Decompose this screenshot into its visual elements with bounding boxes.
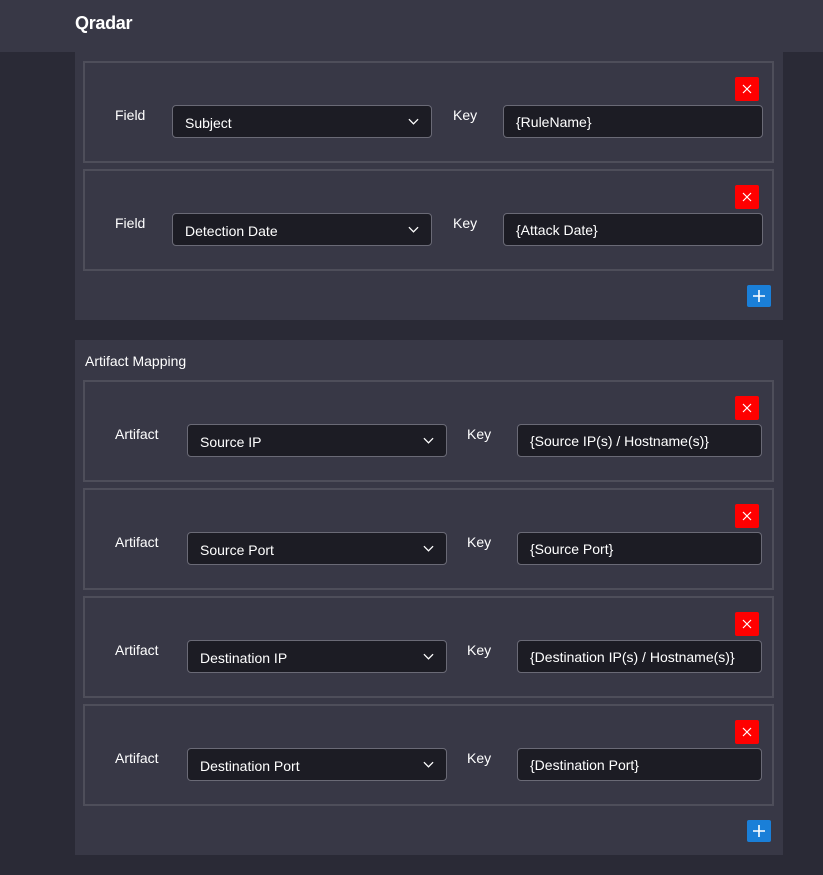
field-mapping-row: Field Detection Date Key {Attack Date} <box>83 169 774 271</box>
key-label: Key <box>453 215 478 231</box>
add-artifact-button[interactable] <box>747 820 771 842</box>
field-label: Field <box>115 107 146 123</box>
key-input-value: {Attack Date} <box>516 222 598 238</box>
remove-row-button[interactable] <box>735 720 759 744</box>
artifact-mapping-row: Artifact Source IP Key {Source IP(s) / H… <box>83 380 774 482</box>
key-input[interactable]: {RuleName} <box>503 105 763 138</box>
close-icon <box>742 619 752 629</box>
chevron-down-icon <box>408 118 419 125</box>
remove-row-button[interactable] <box>735 612 759 636</box>
key-input[interactable]: {Source Port} <box>517 532 762 565</box>
artifact-select[interactable]: Source IP <box>187 424 447 457</box>
plus-icon <box>753 825 765 837</box>
field-select[interactable]: Subject <box>172 105 432 138</box>
chevron-down-icon <box>408 226 419 233</box>
key-input[interactable]: {Attack Date} <box>503 213 763 246</box>
artifact-mapping-panel: Artifact Mapping Artifact Source IP Key … <box>75 340 783 855</box>
artifact-select[interactable]: Destination IP <box>187 640 447 673</box>
chevron-down-icon <box>423 761 434 768</box>
add-field-button[interactable] <box>747 285 771 307</box>
remove-row-button[interactable] <box>735 77 759 101</box>
key-input[interactable]: {Destination IP(s) / Hostname(s)} <box>517 640 762 673</box>
app-title: Qradar <box>75 13 133 33</box>
close-icon <box>742 192 752 202</box>
key-input[interactable]: {Source IP(s) / Hostname(s)} <box>517 424 762 457</box>
key-label: Key <box>453 107 478 123</box>
key-input-value: {RuleName} <box>516 114 592 130</box>
top-bar: Qradar <box>0 0 823 52</box>
chevron-down-icon <box>423 545 434 552</box>
close-icon <box>742 84 752 94</box>
plus-icon <box>753 290 765 302</box>
field-select-value: Subject <box>185 115 232 131</box>
artifact-select[interactable]: Destination Port <box>187 748 447 781</box>
field-select[interactable]: Detection Date <box>172 213 432 246</box>
field-mapping-row: Field Subject Key {RuleName} <box>83 61 774 163</box>
key-input-value: {Source Port} <box>530 541 614 557</box>
artifact-label: Artifact <box>115 642 159 658</box>
artifact-select-value: Destination Port <box>200 758 300 774</box>
key-label: Key <box>467 426 492 442</box>
field-mapping-panel: Field Subject Key {RuleName} Field Detec… <box>75 52 783 320</box>
artifact-select-value: Destination IP <box>200 650 288 666</box>
field-label: Field <box>115 215 146 231</box>
key-input[interactable]: {Destination Port} <box>517 748 762 781</box>
artifact-select[interactable]: Source Port <box>187 532 447 565</box>
artifact-label: Artifact <box>115 426 159 442</box>
section-title: Artifact Mapping <box>85 353 187 369</box>
key-input-value: {Destination IP(s) / Hostname(s)} <box>530 649 735 665</box>
field-select-value: Detection Date <box>185 223 278 239</box>
key-label: Key <box>467 642 492 658</box>
key-label: Key <box>467 750 492 766</box>
close-icon <box>742 511 752 521</box>
close-icon <box>742 727 752 737</box>
chevron-down-icon <box>423 653 434 660</box>
remove-row-button[interactable] <box>735 504 759 528</box>
remove-row-button[interactable] <box>735 396 759 420</box>
close-icon <box>742 403 752 413</box>
key-input-value: {Destination Port} <box>530 757 639 773</box>
artifact-mapping-row: Artifact Destination Port Key {Destinati… <box>83 704 774 806</box>
key-input-value: {Source IP(s) / Hostname(s)} <box>530 433 709 449</box>
artifact-select-value: Source IP <box>200 434 262 450</box>
key-label: Key <box>467 534 492 550</box>
remove-row-button[interactable] <box>735 185 759 209</box>
artifact-select-value: Source Port <box>200 542 274 558</box>
chevron-down-icon <box>423 437 434 444</box>
artifact-mapping-row: Artifact Destination IP Key {Destination… <box>83 596 774 698</box>
artifact-label: Artifact <box>115 750 159 766</box>
artifact-mapping-row: Artifact Source Port Key {Source Port} <box>83 488 774 590</box>
artifact-label: Artifact <box>115 534 159 550</box>
